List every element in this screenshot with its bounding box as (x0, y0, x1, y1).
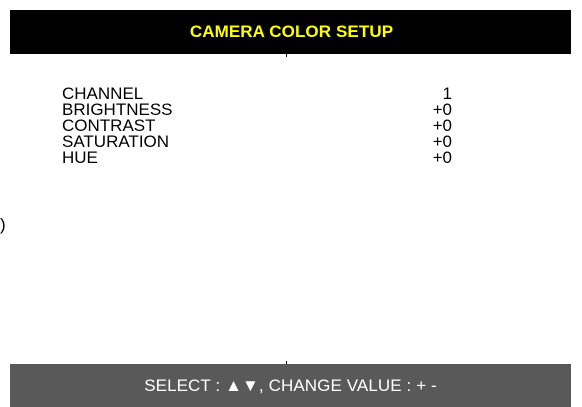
setting-value[interactable]: +0 (433, 149, 452, 166)
edge-glyph: ) (0, 215, 6, 234)
footer-bar: SELECT : ▲▼, CHANGE VALUE : + - (10, 364, 571, 407)
page-title: CAMERA COLOR SETUP (189, 22, 394, 41)
setting-row-contrast[interactable]: CONTRAST +0 (62, 117, 452, 134)
setting-row-brightness[interactable]: BRIGHTNESS +0 (62, 101, 452, 118)
title-bar: CAMERA COLOR SETUP (10, 10, 571, 54)
setting-label: HUE (62, 148, 98, 167)
setting-row-hue[interactable]: HUE +0 (62, 148, 452, 167)
control-hint: SELECT : ▲▼, CHANGE VALUE : + - (144, 375, 437, 395)
title-divider-tick (286, 54, 287, 57)
setting-row-channel[interactable]: CHANNEL 1 (62, 85, 452, 102)
setting-row-saturation[interactable]: SATURATION +0 (62, 133, 452, 150)
settings-list: CHANNEL 1 BRIGHTNESS +0 CONTRAST +0 SATU… (62, 85, 452, 167)
